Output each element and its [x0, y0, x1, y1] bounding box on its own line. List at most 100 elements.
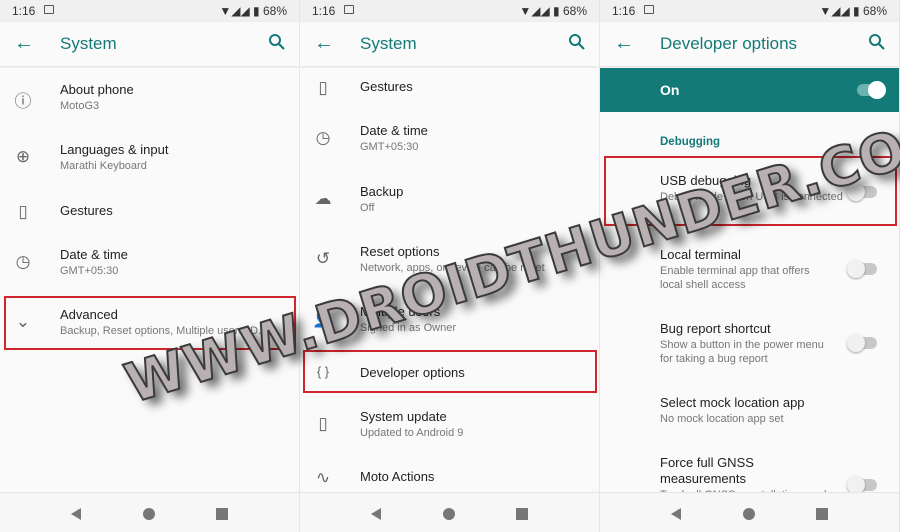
highlight-box: [4, 296, 296, 350]
restore-icon: ↺: [315, 249, 331, 268]
settings-item-system-update[interactable]: ▯ System update Updated to Android 9: [300, 409, 599, 465]
battery-percent: 68%: [862, 4, 887, 18]
page-title: Developer options: [660, 34, 798, 53]
nav-back-button[interactable]: [670, 507, 682, 525]
settings-item-languages-input[interactable]: ⊕ Languages & input Marathi Keyboard: [0, 142, 299, 198]
nav-recents-button[interactable]: [216, 507, 228, 525]
nav-recents-button[interactable]: [816, 507, 828, 525]
status-icons: ▼◢◢ ▮ 68%: [819, 4, 887, 18]
toggle-switch[interactable]: [847, 334, 877, 352]
system-update-icon: ▯: [318, 414, 328, 433]
item-title: Gestures: [360, 79, 413, 94]
person-icon: 👤: [312, 309, 334, 328]
screenshot-notification-icon: [44, 5, 54, 14]
back-arrow-icon[interactable]: ←: [14, 32, 34, 55]
item-title: Moto Actions: [360, 469, 435, 484]
toolbar: ← System: [300, 22, 599, 66]
clock-icon: ◷: [315, 128, 331, 147]
cloud-upload-icon: ☁: [314, 189, 332, 208]
clock-icon: ◷: [15, 252, 31, 271]
master-toggle-bar[interactable]: On: [600, 68, 899, 112]
back-arrow-icon[interactable]: ←: [614, 32, 634, 55]
wifi-signal-battery-icons: ▼◢◢ ▮: [819, 4, 863, 18]
nav-recents-button[interactable]: [516, 507, 528, 525]
status-icons: ▼◢◢ ▮ 68%: [219, 4, 287, 18]
status-time: 1:16: [612, 4, 636, 18]
search-icon[interactable]: [567, 32, 587, 52]
highlight-box: [604, 156, 897, 226]
status-time: 1:16: [12, 4, 36, 18]
item-subtitle: No mock location app set: [660, 413, 784, 425]
item-subtitle: GMT+05:30: [60, 265, 119, 277]
search-icon[interactable]: [267, 32, 287, 52]
master-toggle-label: On: [660, 82, 680, 98]
section-header: Debugging: [660, 136, 721, 148]
settings-item-about-phone[interactable]: ⓘ About phone MotoG3: [0, 82, 299, 138]
item-title: Local terminal: [660, 247, 741, 262]
item-subtitle: Show a button in the power menu for taki…: [660, 339, 824, 365]
nav-home-button[interactable]: [443, 507, 455, 525]
item-subtitle: MotoG3: [60, 100, 100, 112]
status-bar: 1:16 ▼◢◢ ▮ 68%: [0, 0, 299, 22]
battery-percent: 68%: [562, 4, 587, 18]
toolbar: ← Developer options: [600, 22, 899, 66]
item-title: Date & time: [360, 123, 428, 138]
item-title: System update: [360, 409, 447, 424]
item-title: Backup: [360, 184, 404, 199]
item-title: Select mock location app: [660, 395, 805, 410]
status-time: 1:16: [312, 4, 336, 18]
nav-back-button[interactable]: [370, 507, 382, 525]
settings-item-backup[interactable]: ☁ Backup Off: [300, 184, 599, 240]
navigation-bar: [600, 492, 899, 532]
toggle-switch[interactable]: [847, 260, 877, 278]
page-title: System: [360, 34, 417, 53]
item-subtitle: Signed in as Owner: [360, 322, 456, 334]
settings-item-date-time[interactable]: ◷ Date & time GMT+05:30: [0, 247, 299, 303]
item-subtitle: Enable terminal app that offers local sh…: [660, 265, 810, 291]
moto-actions-icon: ∿: [315, 468, 331, 487]
settings-item-date-time[interactable]: ◷ Date & time GMT+05:30: [300, 123, 599, 179]
globe-icon: ⊕: [15, 147, 31, 166]
battery-percent: 68%: [262, 4, 287, 18]
item-title: Bug report shortcut: [660, 321, 771, 336]
item-subtitle: GMT+05:30: [360, 141, 419, 153]
toggle-switch[interactable]: [847, 476, 877, 494]
search-icon[interactable]: [867, 32, 887, 52]
status-bar: 1:16 ▼◢◢ ▮ 68%: [600, 0, 899, 22]
item-title: Gestures: [60, 203, 113, 218]
settings-screen: 1:16 ▼◢◢ ▮ 68% ← Developer options On Debuggi…: [600, 0, 900, 532]
item-subtitle: Updated to Android 9: [360, 427, 464, 439]
settings-item-local-terminal[interactable]: Local terminal Enable terminal app that o…: [600, 247, 899, 303]
status-bar: 1:16 ▼◢◢ ▮ 68%: [300, 0, 599, 22]
settings-item-bug-report-shortcut[interactable]: Bug report shortcut Show a button in the …: [600, 321, 899, 377]
status-icons: ▼◢◢ ▮ 68%: [519, 4, 587, 18]
wifi-signal-battery-icons: ▼◢◢ ▮: [219, 4, 263, 18]
item-title: Reset options: [360, 244, 440, 259]
toolbar: ← System: [0, 22, 299, 66]
back-arrow-icon[interactable]: ←: [314, 32, 334, 55]
item-title: Languages & input: [60, 142, 169, 157]
item-title: About phone: [60, 82, 134, 97]
item-subtitle: Off: [360, 202, 375, 214]
nav-home-button[interactable]: [143, 507, 155, 525]
gestures-icon: ▯: [18, 202, 28, 221]
navigation-bar: [300, 492, 599, 532]
nav-back-button[interactable]: [70, 507, 82, 525]
screenshot-notification-icon: [344, 5, 354, 14]
item-title: Multiple users: [360, 304, 441, 319]
nav-home-button[interactable]: [743, 507, 755, 525]
settings-screen: 1:16 ▼◢◢ ▮ 68% ← System ⓘ About phone MotoG3 ⊕ L…: [0, 0, 300, 532]
navigation-bar: [0, 492, 299, 532]
item-title: Force full GNSS measurements: [660, 455, 754, 486]
settings-item-reset-options[interactable]: ↺ Reset options Network, apps, or device c…: [300, 244, 599, 300]
item-subtitle: Network, apps, or device can be reset: [360, 262, 545, 274]
settings-screen: 1:16 ▼◢◢ ▮ 68% ← System ▯ Gestures ◷ Date & tim…: [300, 0, 600, 532]
highlight-box: [303, 350, 597, 393]
info-icon: ⓘ: [14, 92, 32, 111]
settings-item-select-mock-location-app[interactable]: Select mock location app No mock location…: [600, 395, 899, 451]
screenshot-notification-icon: [644, 5, 654, 14]
master-toggle-switch[interactable]: [857, 81, 886, 99]
wifi-signal-battery-icons: ▼◢◢ ▮: [519, 4, 563, 18]
item-title: Date & time: [60, 247, 128, 262]
item-subtitle: Marathi Keyboard: [60, 160, 147, 172]
